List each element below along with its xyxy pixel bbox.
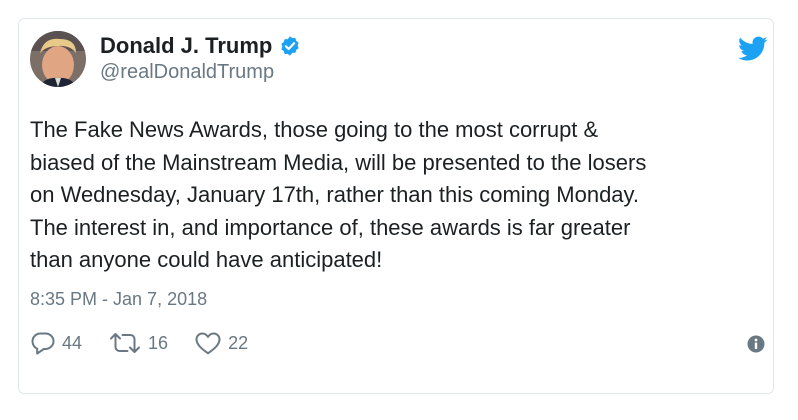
avatar[interactable] [30, 31, 86, 87]
retweet-button[interactable]: 16 [108, 331, 168, 355]
twitter-bird-icon[interactable] [738, 36, 768, 62]
tweet-actions: 44 16 22 [30, 330, 274, 356]
heart-icon [194, 331, 222, 355]
tweet-header: Donald J. Trump @realDonaldTrump [30, 30, 301, 88]
retweet-count: 16 [148, 333, 169, 353]
display-name[interactable]: Donald J. Trump [100, 33, 272, 59]
info-icon[interactable] [747, 335, 765, 353]
tweet-text: The Fake News Awards, those going to the… [30, 117, 647, 272]
like-button[interactable]: 22 [194, 331, 248, 355]
name-row: Donald J. Trump [100, 33, 301, 59]
retweet-icon [108, 331, 142, 355]
verified-badge-icon [279, 35, 301, 57]
reply-count: 44 [62, 333, 83, 353]
tweet-timestamp[interactable]: 8:35 PM - Jan 7, 2018 [30, 287, 207, 311]
user-names: Donald J. Trump @realDonaldTrump [100, 33, 301, 85]
user-handle[interactable]: @realDonaldTrump [100, 59, 301, 85]
reply-icon [30, 331, 56, 355]
like-count: 22 [228, 333, 249, 353]
reply-button[interactable]: 44 [30, 331, 82, 355]
